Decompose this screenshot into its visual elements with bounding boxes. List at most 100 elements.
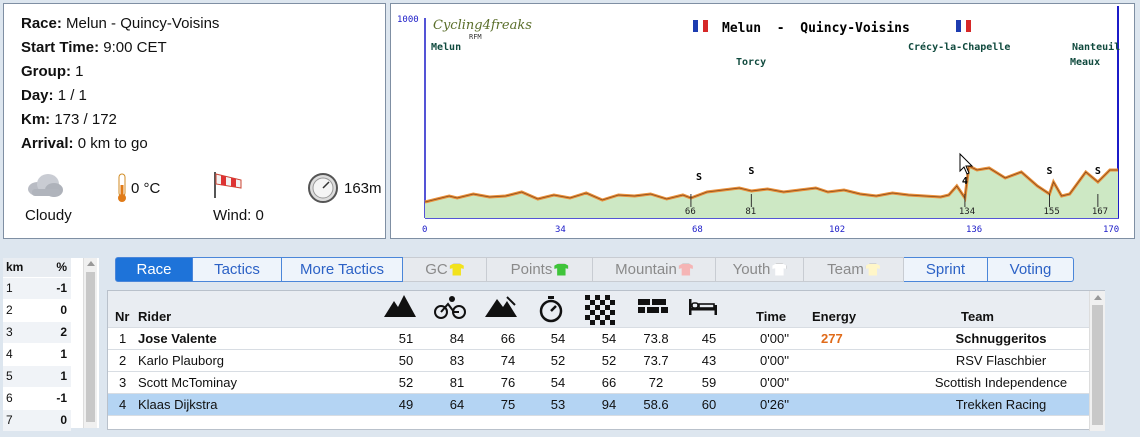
rider-name[interactable]: Jose Valente xyxy=(138,331,217,346)
group-value: 1 xyxy=(75,63,84,80)
scroll-up-icon[interactable] xyxy=(1093,295,1102,300)
time-header: Time xyxy=(756,309,787,324)
gradient-cell: 0 xyxy=(39,298,71,321)
rider-name[interactable]: Scott McTominay xyxy=(138,375,237,390)
rider-stat: 64 xyxy=(449,397,465,412)
tab-youth[interactable]: Youth xyxy=(716,257,804,282)
gauge-icon xyxy=(307,172,339,208)
rider-stat: 45 xyxy=(701,331,717,346)
tab-label: Tactics xyxy=(214,261,260,278)
day-value: 1 / 1 xyxy=(57,87,87,104)
tab-label: Youth xyxy=(732,261,771,278)
x-tick-label: 68 xyxy=(692,225,703,235)
rider-time: 0'00'' xyxy=(760,375,790,390)
checkered-flag-icon[interactable] xyxy=(585,295,615,330)
scroll-up-icon[interactable] xyxy=(86,261,95,266)
site-logo: Cycling4freaks xyxy=(433,18,532,33)
gradient-cell: -1 xyxy=(39,386,71,409)
rider-stat: 72 xyxy=(648,375,664,390)
rider-energy: 277 xyxy=(821,331,843,346)
rider-number: 3 xyxy=(119,375,127,390)
rider-stat: 66 xyxy=(601,375,617,390)
tab-points[interactable]: Points xyxy=(487,257,593,282)
rider-time: 0'00'' xyxy=(760,331,790,346)
scroll-thumb[interactable] xyxy=(86,272,95,422)
km-cell: 3 xyxy=(3,320,40,343)
km-header: km xyxy=(3,258,40,277)
km-row: 32 xyxy=(3,320,71,343)
place-nanteuil: Nanteuil xyxy=(1072,41,1120,53)
rider-stat: 74 xyxy=(500,353,516,368)
table-row[interactable]: 2 Karlo Plauborg 50 83 74 52 52 73.7 43 0'00'' RSV… xyxy=(108,349,1089,371)
rider-stat: 50 xyxy=(398,353,414,368)
jersey-icon xyxy=(772,263,787,276)
race-info-panel: Race: Melun - Quincy-Voisins Start Time:… xyxy=(3,3,386,239)
marker-label: 134 xyxy=(959,207,975,217)
place-melun: Melun xyxy=(431,42,461,53)
tab-team[interactable]: Team xyxy=(804,257,904,282)
km-table-scrollbar[interactable] xyxy=(83,258,97,428)
table-row[interactable]: 1 Jose Valente 51 84 66 54 54 73.8 45 0'00'' 277 Sc… xyxy=(108,327,1089,349)
rider-stat: 49 xyxy=(398,397,414,412)
bed-icon[interactable] xyxy=(689,299,717,320)
energy-header: Energy xyxy=(812,309,857,324)
stopwatch-icon[interactable] xyxy=(537,295,565,328)
france-flag-icon xyxy=(956,20,971,32)
hill-icon[interactable] xyxy=(485,295,517,322)
tab-sprint[interactable]: Sprint xyxy=(904,257,988,282)
rider-table-scrollbar[interactable] xyxy=(1089,291,1105,431)
tab-race[interactable]: Race xyxy=(115,257,193,282)
y-max-label: 1000 xyxy=(397,15,419,25)
place-crecy: Crécy-la-Chapelle xyxy=(908,41,1010,53)
rider-stat: 76 xyxy=(500,375,516,390)
tab-mountain[interactable]: Mountain xyxy=(593,257,716,282)
start-time: 9:00 CET xyxy=(103,39,167,56)
race-name: Melun - Quincy-Voisins xyxy=(66,15,220,32)
rider-table: Nr Rider Time Energy Team 1 Jose Valente 5… xyxy=(107,290,1105,431)
rider-stat: 59 xyxy=(701,375,717,390)
rider-stat: 52 xyxy=(601,353,617,368)
marker-label: 66 xyxy=(685,207,696,217)
tab-label: Voting xyxy=(1009,261,1052,278)
tab-more-tactics[interactable]: More Tactics xyxy=(282,257,403,282)
mountain-icon[interactable] xyxy=(384,295,416,322)
rider-name[interactable]: Klaas Dijkstra xyxy=(138,397,217,412)
km-row: Km: 173 / 172 xyxy=(21,111,117,128)
tab-gc[interactable]: GC xyxy=(403,257,487,282)
gradient-cell: 0 xyxy=(39,408,71,431)
cycling-icon[interactable] xyxy=(434,295,466,324)
jersey-icon xyxy=(678,263,693,276)
tab-label: Points xyxy=(510,261,553,278)
rider-name[interactable]: Karlo Plauborg xyxy=(138,353,224,368)
team-header: Team xyxy=(961,309,994,324)
tab-voting[interactable]: Voting xyxy=(988,257,1074,282)
climb-label: 4 xyxy=(962,176,968,187)
place-torcy: Torcy xyxy=(736,57,766,68)
sprint-label: S xyxy=(696,172,702,183)
race-row: Race: Melun - Quincy-Voisins xyxy=(21,15,220,32)
gradient-cell: -1 xyxy=(39,276,71,299)
rider-number: 1 xyxy=(119,331,127,346)
km-row: 1 -1 xyxy=(3,276,71,299)
marker-label: 167 xyxy=(1092,207,1108,217)
sprint-label: S xyxy=(1095,166,1101,177)
x-tick-label: 136 xyxy=(966,225,982,235)
cobblestone-icon[interactable] xyxy=(638,299,668,320)
table-row[interactable] xyxy=(108,415,1089,437)
rider-number: 4 xyxy=(119,397,127,412)
rider-stat: 75 xyxy=(500,397,516,412)
rider-stat: 52 xyxy=(398,375,414,390)
arrival-value: 0 km to go xyxy=(77,135,148,152)
scroll-thumb[interactable] xyxy=(1092,305,1103,425)
france-flag-icon xyxy=(693,20,708,32)
table-row[interactable]: 4 Klaas Dijkstra 49 64 75 53 94 58.6 60 0'26'' Tre… xyxy=(108,393,1089,415)
tab-tactics[interactable]: Tactics xyxy=(193,257,282,282)
stage-profile-chart: 1000 Cycling4freaks RFM Melun - Quincy-V… xyxy=(397,6,1120,235)
tab-label: Mountain xyxy=(615,261,677,278)
km-row: 70 xyxy=(3,408,71,431)
weather-label: Cloudy xyxy=(25,207,72,224)
km-value: 173 / 172 xyxy=(54,111,117,128)
altitude-value: 163m xyxy=(344,180,382,197)
table-row[interactable]: 3 Scott McTominay 52 81 76 54 66 72 59 0'00'' Scot… xyxy=(108,371,1089,393)
rider-stat: 53 xyxy=(550,397,566,412)
